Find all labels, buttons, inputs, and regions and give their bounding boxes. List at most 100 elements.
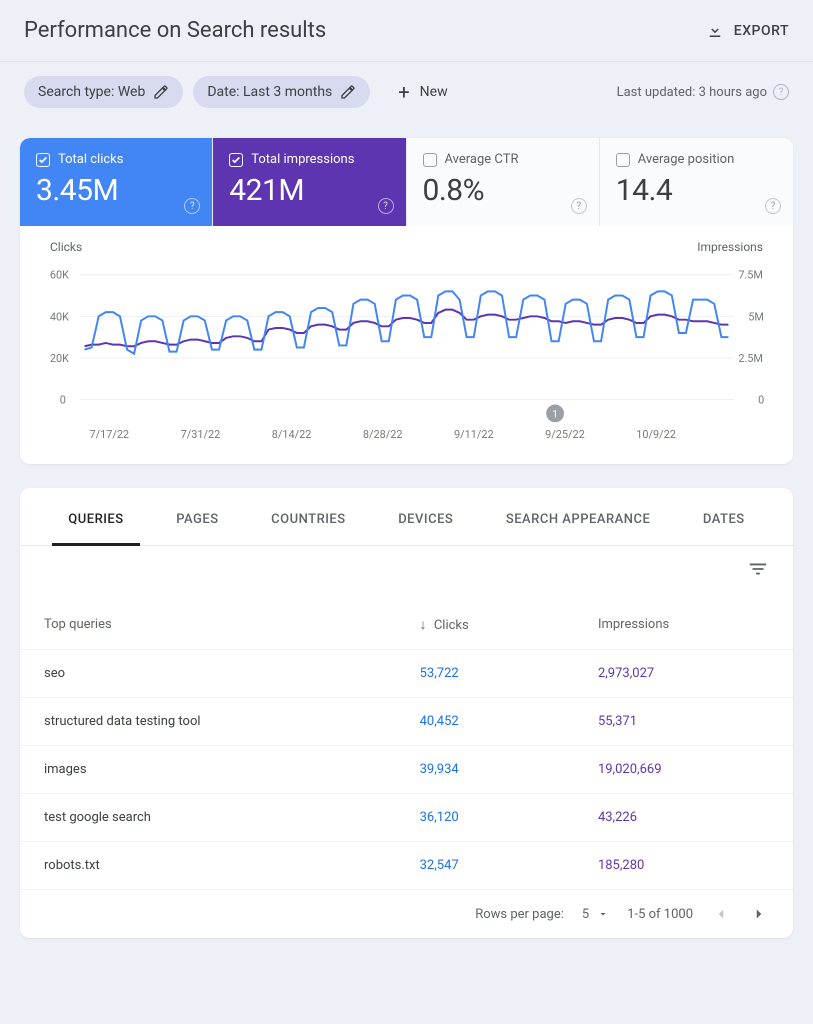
cell-impressions: 55,371 (574, 698, 793, 746)
tab-pages[interactable]: PAGES (172, 504, 222, 545)
chart-area: Clicks Impressions 60K 40K 20K 0 7.5M 5M… (20, 226, 793, 464)
tab-queries[interactable]: QUERIES (64, 504, 127, 545)
table-row[interactable]: structured data testing tool40,45255,371 (20, 698, 793, 746)
filters-row: Search type: Web Date: Last 3 months + N… (0, 62, 813, 122)
export-button[interactable]: EXPORT (706, 22, 789, 40)
chart-left-axis-title: Clicks (50, 240, 82, 254)
table-header-impressions[interactable]: Impressions (574, 600, 793, 650)
cell-clicks: 39,934 (396, 746, 574, 794)
y-tick: 0 (60, 393, 66, 406)
rows-per-page-value: 5 (582, 907, 589, 922)
chart-line-clicks (85, 291, 729, 353)
y-tick-right: 2.5M (738, 352, 763, 365)
chart-right-axis-title: Impressions (697, 240, 763, 254)
last-updated: Last updated: 3 hours ago ? (617, 84, 789, 100)
tab-dates[interactable]: DATES (699, 504, 749, 545)
checkbox-off-icon (423, 153, 437, 167)
metric-impressions-label: Total impressions (251, 152, 354, 167)
metric-ctr-value: 0.8% (423, 173, 583, 208)
next-page-button[interactable] (749, 904, 769, 924)
x-tick: 9/25/22 (545, 428, 585, 441)
plus-icon: + (398, 82, 409, 102)
cell-impressions: 185,280 (574, 842, 793, 890)
y-tick-right: 7.5M (738, 269, 763, 282)
tab-search-appearance[interactable]: SEARCH APPEARANCE (502, 504, 655, 545)
table-header-topic[interactable]: Top queries (20, 600, 396, 650)
metric-average-position[interactable]: Average position 14.4 ? (600, 138, 793, 226)
tab-devices[interactable]: DEVICES (394, 504, 457, 545)
metric-impressions-value: 421M (229, 173, 389, 208)
checkbox-on-icon (229, 153, 243, 167)
cell-query: robots.txt (20, 842, 396, 890)
help-icon[interactable]: ? (184, 198, 200, 214)
metric-position-value: 14.4 (616, 173, 777, 208)
metric-clicks-value: 3.45M (36, 173, 196, 208)
help-icon[interactable]: ? (571, 198, 587, 214)
new-filter-label: New (420, 84, 448, 100)
cell-clicks: 36,120 (396, 794, 574, 842)
chart-svg[interactable]: 60K 40K 20K 0 7.5M 5M 2.5M 0 1 7/17/22 7… (40, 254, 773, 444)
chevron-right-icon (750, 905, 768, 923)
table-row[interactable]: seo53,7222,973,027 (20, 650, 793, 698)
y-tick: 20K (50, 352, 69, 365)
pagination: Rows per page: 5 1-5 of 1000 (20, 890, 793, 938)
tabs-card: QUERIES PAGES COUNTRIES DEVICES SEARCH A… (20, 488, 793, 938)
metric-total-clicks[interactable]: Total clicks 3.45M ? (20, 138, 213, 226)
x-tick: 10/9/22 (636, 428, 676, 441)
cell-query: test google search (20, 794, 396, 842)
rows-per-page-select[interactable]: 5 (582, 907, 609, 922)
help-icon[interactable]: ? (773, 84, 789, 100)
cell-query: images (20, 746, 396, 794)
sort-desc-icon: ↓ (420, 617, 427, 633)
x-tick: 7/17/22 (90, 428, 130, 441)
metric-average-ctr[interactable]: Average CTR 0.8% ? (407, 138, 600, 226)
cell-query: structured data testing tool (20, 698, 396, 746)
checkbox-off-icon (616, 153, 630, 167)
metric-ctr-label: Average CTR (445, 152, 519, 167)
y-tick-right: 0 (758, 393, 764, 406)
help-icon[interactable]: ? (378, 198, 394, 214)
page-title: Performance on Search results (24, 18, 326, 43)
cell-impressions: 43,226 (574, 794, 793, 842)
cell-impressions: 2,973,027 (574, 650, 793, 698)
rows-per-page-label: Rows per page: (475, 907, 564, 922)
chip-search-type-label: Search type: Web (38, 84, 145, 100)
table-header-clicks[interactable]: ↓ Clicks (396, 600, 574, 650)
table-row[interactable]: robots.txt32,547185,280 (20, 842, 793, 890)
x-tick: 7/31/22 (181, 428, 221, 441)
checkbox-on-icon (36, 153, 50, 167)
pencil-icon (340, 84, 356, 100)
x-tick: 9/11/22 (454, 428, 494, 441)
cell-clicks: 40,452 (396, 698, 574, 746)
cell-clicks: 53,722 (396, 650, 574, 698)
table-header-clicks-label: Clicks (434, 618, 469, 633)
metrics-row: Total clicks 3.45M ? Total impressions 4… (20, 138, 793, 226)
prev-page-button[interactable] (711, 904, 731, 924)
chevron-down-icon (597, 908, 609, 920)
y-tick: 60K (50, 269, 69, 282)
last-updated-text: Last updated: 3 hours ago (617, 85, 767, 100)
table-row[interactable]: images39,93419,020,669 (20, 746, 793, 794)
cell-query: seo (20, 650, 396, 698)
help-icon[interactable]: ? (765, 198, 781, 214)
pagination-range: 1-5 of 1000 (627, 907, 693, 922)
chip-search-type[interactable]: Search type: Web (24, 76, 183, 108)
metric-position-label: Average position (638, 152, 735, 167)
pencil-icon (153, 84, 169, 100)
add-filter-button[interactable]: + New (388, 76, 457, 108)
chart-card: Total clicks 3.45M ? Total impressions 4… (20, 138, 793, 464)
queries-table: Top queries ↓ Clicks Impressions seo53,7… (20, 600, 793, 890)
table-row[interactable]: test google search36,12043,226 (20, 794, 793, 842)
y-tick-right: 5M (748, 310, 764, 323)
chip-date[interactable]: Date: Last 3 months (193, 76, 370, 108)
x-tick: 8/14/22 (272, 428, 312, 441)
filter-icon[interactable] (747, 558, 769, 580)
filters-left: Search type: Web Date: Last 3 months + N… (24, 76, 458, 108)
tabs: QUERIES PAGES COUNTRIES DEVICES SEARCH A… (20, 488, 793, 546)
metric-clicks-label: Total clicks (58, 152, 123, 167)
y-tick: 40K (50, 310, 69, 323)
tab-countries[interactable]: COUNTRIES (267, 504, 350, 545)
x-tick: 8/28/22 (363, 428, 403, 441)
download-icon (706, 22, 724, 40)
metric-total-impressions[interactable]: Total impressions 421M ? (213, 138, 406, 226)
